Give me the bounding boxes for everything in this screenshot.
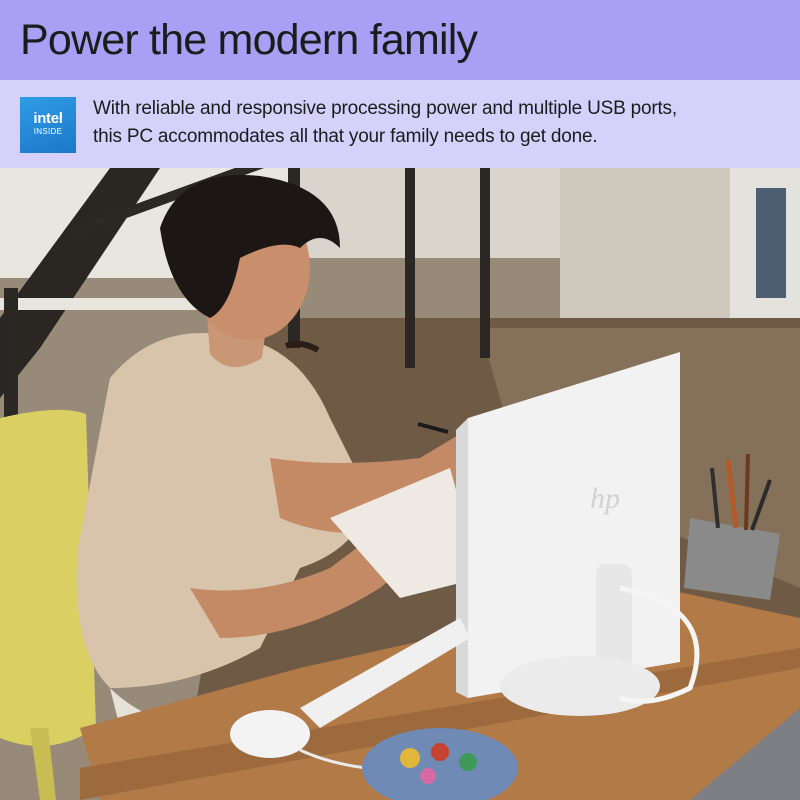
description-line-2: this PC accommodates all that your famil…: [93, 126, 598, 147]
pencil-3: [744, 453, 750, 531]
stair-post-2: [405, 168, 415, 368]
bowl-item: [400, 748, 420, 768]
bowl-item: [459, 753, 477, 771]
feature-description: With reliable and responsive processing …: [93, 95, 783, 151]
shelf-items: [756, 188, 786, 298]
stair-post-4: [4, 288, 18, 428]
stair-post-3: [480, 168, 490, 358]
doorway: [560, 168, 730, 318]
intel-logo-sub: INSIDE: [33, 127, 63, 136]
description-line-1: With reliable and responsive processing …: [93, 98, 677, 119]
info-band: intel INSIDE With reliable and responsiv…: [0, 80, 800, 168]
product-banner: Power the modern family intel INSIDE Wit…: [0, 0, 800, 800]
hp-logo: hp: [590, 482, 620, 515]
bowl-item: [431, 743, 449, 761]
mouse: [230, 710, 310, 758]
photo-illustration: hp: [0, 168, 800, 800]
title-band: Power the modern family: [0, 0, 800, 80]
bowl-item: [420, 768, 436, 784]
page-title: Power the modern family: [20, 16, 478, 64]
monitor-side: [456, 418, 468, 698]
intel-logo-wordmark: intel: [33, 110, 63, 127]
intel-inside-logo: intel INSIDE: [20, 97, 76, 153]
monitor-base: [500, 656, 660, 716]
product-photo: hp: [0, 168, 800, 800]
